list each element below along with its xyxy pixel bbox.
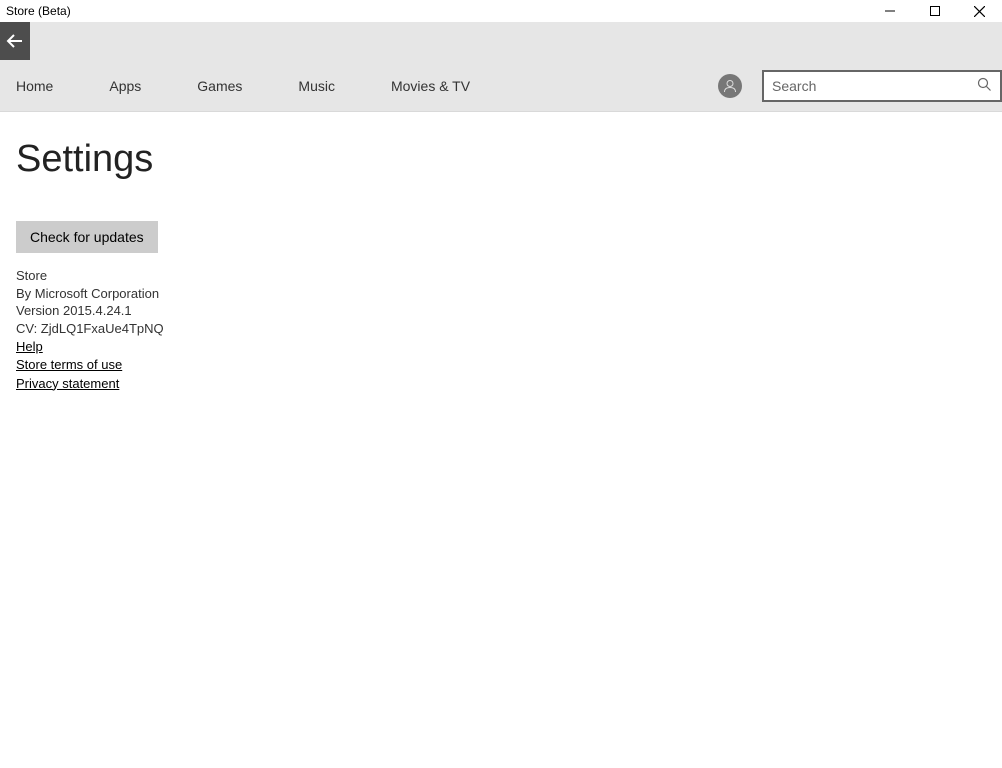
titlebar: Store (Beta) (0, 0, 1002, 22)
privacy-link[interactable]: Privacy statement (16, 375, 119, 393)
app-version-label: Version 2015.4.24.1 (16, 302, 986, 320)
close-icon (974, 6, 985, 17)
search-icon[interactable] (977, 77, 992, 95)
terms-link[interactable]: Store terms of use (16, 356, 122, 374)
navbar: Home Apps Games Music Movies & TV (0, 60, 1002, 112)
app-info: Store By Microsoft Corporation Version 2… (16, 267, 986, 337)
links: Help Store terms of use Privacy statemen… (16, 338, 986, 393)
help-link[interactable]: Help (16, 338, 43, 356)
nav-item-movies-tv[interactable]: Movies & TV (391, 60, 498, 111)
minimize-icon (885, 6, 895, 16)
nav-item-home[interactable]: Home (14, 60, 81, 111)
check-updates-button[interactable]: Check for updates (16, 221, 158, 253)
nav-item-games[interactable]: Games (197, 60, 270, 111)
toolbar (0, 22, 1002, 60)
back-button[interactable] (0, 22, 30, 60)
nav-item-apps[interactable]: Apps (109, 60, 169, 111)
window-controls (867, 0, 1002, 22)
user-icon (722, 78, 738, 94)
app-publisher-label: By Microsoft Corporation (16, 285, 986, 303)
user-avatar[interactable] (718, 74, 742, 98)
arrow-left-icon (5, 31, 25, 51)
maximize-button[interactable] (912, 0, 957, 22)
window-title: Store (Beta) (6, 4, 867, 18)
app-cv-label: CV: ZjdLQ1FxaUe4TpNQ (16, 320, 986, 338)
content: Settings Check for updates Store By Micr… (0, 112, 1002, 419)
page-title: Settings (16, 138, 986, 181)
search-input[interactable] (772, 78, 977, 94)
nav-item-music[interactable]: Music (298, 60, 363, 111)
maximize-icon (930, 6, 940, 16)
search-box[interactable] (762, 70, 1002, 102)
nav-items: Home Apps Games Music Movies & TV (0, 60, 526, 111)
close-button[interactable] (957, 0, 1002, 22)
app-name-label: Store (16, 267, 986, 285)
minimize-button[interactable] (867, 0, 912, 22)
